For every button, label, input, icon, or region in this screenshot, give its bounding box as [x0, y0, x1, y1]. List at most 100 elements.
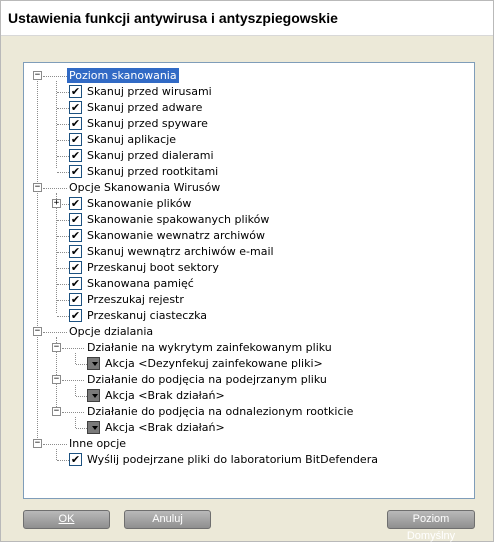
tree-connector [57, 124, 69, 125]
options-tree[interactable]: − Poziom skanowania ✔ Skanuj przed wirus… [23, 62, 475, 499]
collapse-icon[interactable]: − [52, 375, 61, 384]
item-label[interactable]: Skanuj wewnątrz archiwów e-mail [85, 244, 276, 259]
group-label[interactable]: Opcje Skanowania Wirusów [67, 180, 222, 195]
item-label[interactable]: Skanuj przed dialerami [85, 148, 216, 163]
item-label[interactable]: Przeskanuj ciasteczka [85, 308, 209, 323]
tree-connector [57, 140, 69, 141]
subgroup-label[interactable]: Działanie do podjęcia na podejrzanym pli… [85, 372, 329, 387]
ok-button-label: OK [58, 513, 75, 525]
tree-connector [62, 204, 69, 205]
tree-item: ✔ Przeskanuj boot sektory [24, 260, 464, 276]
tree-connector [76, 428, 87, 429]
item-label[interactable]: Skanowanie spakowanych plików [85, 212, 271, 227]
subgroup-label[interactable]: Działanie na wykrytym zainfekowanym plik… [85, 340, 334, 355]
tree-action-item: Akcja <Dezynfekuj zainfekowane pliki> [24, 356, 464, 372]
tree-item: ✔ Wyślij podejrzane pliki do laboratoriu… [24, 452, 464, 468]
checkbox-icon[interactable]: ✔ [69, 293, 82, 306]
default-level-button-label: Poziom Domyślny [406, 513, 456, 542]
group-label[interactable]: Opcje dzialania [67, 324, 155, 339]
tree-group-opcje-skanowania: − Opcje Skanowania Wirusów [24, 180, 464, 196]
action-label[interactable]: Akcja <Brak działań> [103, 388, 227, 403]
checkbox-icon[interactable]: ✔ [69, 277, 82, 290]
tree-connector [57, 268, 69, 269]
dropdown-icon[interactable] [87, 357, 100, 370]
collapse-icon[interactable]: − [52, 407, 61, 416]
tree-connector [57, 108, 69, 109]
subgroup-label[interactable]: Działanie do podjęcia na odnalezionym ro… [85, 404, 355, 419]
collapse-icon[interactable]: − [33, 71, 42, 80]
item-label[interactable]: Skanuj przed wirusami [85, 84, 214, 99]
tree-item: ✔ Skanuj przed spyware [24, 116, 464, 132]
checkbox-icon[interactable]: ✔ [69, 229, 82, 242]
tree-item: ✔ Skanuj przed dialerami [24, 148, 464, 164]
tree-subgroup: − Działanie do podjęcia na podejrzanym p… [24, 372, 464, 388]
tree-connector [43, 76, 67, 77]
checkbox-icon[interactable]: ✔ [69, 245, 82, 258]
action-label[interactable]: Akcja <Brak działań> [103, 420, 227, 435]
tree-item: ✔ Skanuj przed adware [24, 100, 464, 116]
tree-connector [62, 348, 84, 349]
tree-item: ✔ Przeszukaj rejestr [24, 292, 464, 308]
tree-subgroup: − Działanie do podjęcia na odnalezionym … [24, 404, 464, 420]
item-label[interactable]: Skanowana pamięć [85, 276, 196, 291]
tree-connector [43, 188, 67, 189]
collapse-icon[interactable]: − [33, 183, 42, 192]
item-label[interactable]: Skanuj przed adware [85, 100, 204, 115]
checkbox-icon[interactable]: ✔ [69, 309, 82, 322]
tree-action-item: Akcja <Brak działań> [24, 388, 464, 404]
tree-connector [57, 236, 69, 237]
item-label[interactable]: Skanuj aplikacje [85, 132, 178, 147]
tree-item: ✔ Skanuj aplikacje [24, 132, 464, 148]
tree-connector [57, 284, 69, 285]
item-label[interactable]: Skanowanie plików [85, 196, 193, 211]
tree-connector [62, 412, 84, 413]
tree-item: ✔ Skanowanie spakowanych plików [24, 212, 464, 228]
checkbox-icon[interactable]: ✔ [69, 101, 82, 114]
item-label[interactable]: Przeskanuj boot sektory [85, 260, 221, 275]
item-label[interactable]: Wyślij podejrzane pliki do laboratorium … [85, 452, 380, 467]
tree-connector [57, 252, 69, 253]
action-label[interactable]: Akcja <Dezynfekuj zainfekowane pliki> [103, 356, 325, 371]
dropdown-icon[interactable] [87, 389, 100, 402]
checkbox-icon[interactable]: ✔ [69, 213, 82, 226]
item-label[interactable]: Skanuj przed spyware [85, 116, 210, 131]
checkbox-icon[interactable]: ✔ [69, 197, 82, 210]
collapse-icon[interactable]: − [33, 327, 42, 336]
checkbox-icon[interactable]: ✔ [69, 85, 82, 98]
checkbox-icon[interactable]: ✔ [69, 453, 82, 466]
settings-window: Ustawienia funkcji antywirusa i antyszpi… [0, 0, 494, 542]
tree-connector [57, 156, 69, 157]
cancel-button[interactable]: Anuluj [124, 510, 211, 529]
tree-connector [76, 364, 87, 365]
checkbox-icon[interactable]: ✔ [69, 149, 82, 162]
tree-connector [76, 396, 87, 397]
group-label[interactable]: Poziom skanowania [67, 68, 179, 83]
tree-group-opcje-dzialania: − Opcje dzialania [24, 324, 464, 340]
tree-item: ✔ Skanowana pamięć [24, 276, 464, 292]
tree-connector [62, 380, 84, 381]
tree-connector [57, 92, 69, 93]
item-label[interactable]: Przeszukaj rejestr [85, 292, 186, 307]
tree-connector [57, 316, 69, 317]
default-level-button[interactable]: Poziom Domyślny [387, 510, 475, 542]
title-bar[interactable]: Ustawienia funkcji antywirusa i antyszpi… [1, 1, 493, 36]
group-label[interactable]: Inne opcje [67, 436, 128, 451]
expand-icon[interactable]: + [52, 199, 61, 208]
checkbox-icon[interactable]: ✔ [69, 261, 82, 274]
checkbox-icon[interactable]: ✔ [69, 117, 82, 130]
ok-button[interactable]: OK [23, 510, 110, 529]
item-label[interactable]: Skanuj przed rootkitami [85, 164, 220, 179]
item-label[interactable]: Skanowanie wewnatrz archiwów [85, 228, 267, 243]
tree-connector [57, 300, 69, 301]
checkbox-icon[interactable]: ✔ [69, 165, 82, 178]
collapse-icon[interactable]: − [33, 439, 42, 448]
tree-group-inne-opcje: − Inne opcje [24, 436, 464, 452]
cancel-button-label: Anuluj [152, 513, 183, 525]
checkbox-icon[interactable]: ✔ [69, 133, 82, 146]
window-title: Ustawienia funkcji antywirusa i antyszpi… [8, 10, 338, 26]
tree-item: ✔ Skanowanie wewnatrz archiwów [24, 228, 464, 244]
tree-connector [57, 172, 69, 173]
dropdown-icon[interactable] [87, 421, 100, 434]
collapse-icon[interactable]: − [52, 343, 61, 352]
tree-connector [43, 444, 67, 445]
